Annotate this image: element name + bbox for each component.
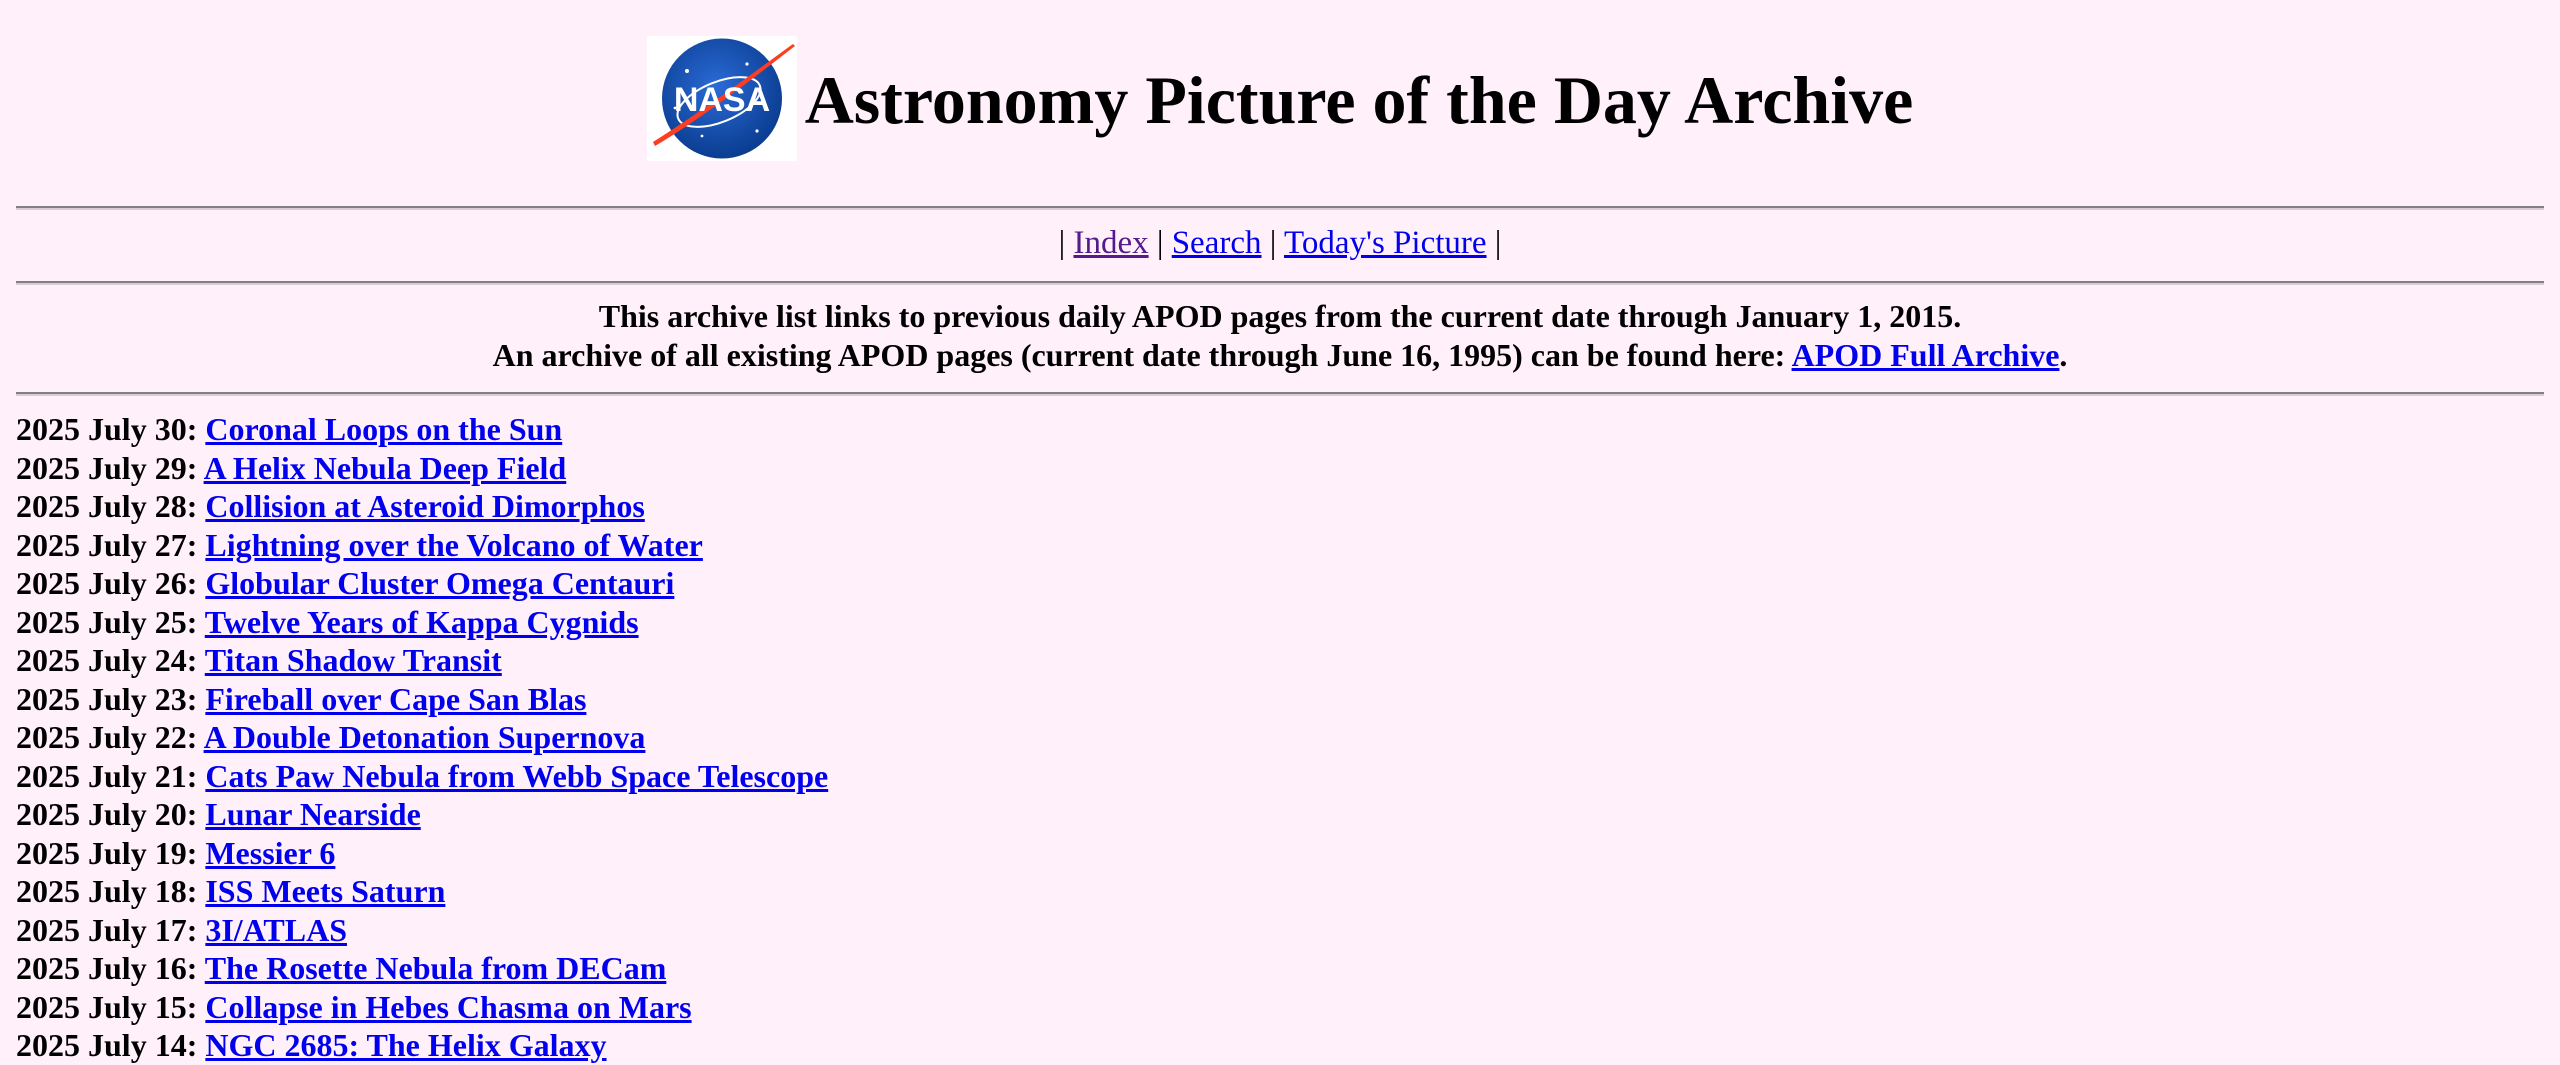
nav-separator: | [1269,225,1277,261]
entry-link[interactable]: Coronal Loops on the Sun [205,411,562,447]
archive-entry: 2025 July 14: NGC 2685: The Helix Galaxy [16,1026,2516,1065]
archive-entry: 2025 July 20: Lunar Nearside [16,795,2516,834]
entry-link[interactable]: Collision at Asteroid Dimorphos [205,488,644,524]
archive-entry: 2025 July 30: Coronal Loops on the Sun [16,410,2516,449]
entry-date: 2025 July 14: [16,1027,198,1063]
entry-link[interactable]: Cats Paw Nebula from Webb Space Telescop… [205,758,828,794]
archive-entry: 2025 July 16: The Rosette Nebula from DE… [16,949,2516,988]
entry-link[interactable]: Titan Shadow Transit [205,642,502,678]
entry-link[interactable]: 3I/ATLAS [205,912,347,948]
archive-entry: 2025 July 18: ISS Meets Saturn [16,872,2516,911]
entry-date: 2025 July 18: [16,873,198,909]
archive-intro: This archive list links to previous dail… [0,297,2560,375]
entry-link[interactable]: Lightning over the Volcano of Water [205,527,703,563]
entry-date: 2025 July 27: [16,526,198,563]
full-archive-link[interactable]: APOD Full Archive [1792,337,2060,373]
entry-link[interactable]: A Helix Nebula Deep Field [204,450,567,486]
entry-date: 2025 July 15: [16,988,198,1025]
entry-date: 2025 July 21: [16,757,198,794]
entry-date: 2025 July 25: [16,603,198,640]
nav-todays-picture-link[interactable]: Today's Picture [1284,225,1487,261]
archive-entry: 2025 July 19: Messier 6 [16,834,2516,873]
entry-link[interactable]: Twelve Years of Kappa Cygnids [205,604,639,640]
intro-line-2-period: . [2059,337,2068,373]
archive-entry: 2025 July 23: Fireball over Cape San Bla… [16,680,2516,719]
divider [16,392,2544,396]
entry-link[interactable]: NGC 2685: The Helix Galaxy [205,1027,606,1063]
nav-search-link[interactable]: Search [1172,225,1262,261]
entry-date: 2025 July 29: [16,449,198,486]
page-header: NASA Astronomy Picture of the Day Archiv… [0,36,2560,161]
archive-entry: 2025 July 15: Collapse in Hebes Chasma o… [16,988,2516,1027]
entry-date: 2025 July 23: [16,680,198,717]
entry-link[interactable]: Lunar Nearside [205,796,420,832]
entry-link[interactable]: Globular Cluster Omega Centauri [205,565,674,601]
entry-date: 2025 July 24: [16,642,198,678]
entry-date: 2025 July 19: [16,834,198,871]
entry-date: 2025 July 22: [16,719,198,755]
entry-link[interactable]: A Double Detonation Supernova [204,719,646,755]
top-navigation: | Index | Search | Today's Picture | [0,223,2560,263]
entry-date: 2025 July 16: [16,950,198,986]
svg-text:NASA: NASA [674,81,770,119]
entry-date: 2025 July 26: [16,565,198,601]
archive-entry: 2025 July 17: 3I/ATLAS [16,911,2516,950]
entry-date: 2025 July 20: [16,796,198,832]
entry-link[interactable]: Fireball over Cape San Blas [205,681,586,717]
intro-line-2: An archive of all existing APOD pages (c… [0,336,2560,375]
intro-line-2-text: An archive of all existing APOD pages (c… [492,337,1792,373]
archive-entry: 2025 July 26: Globular Cluster Omega Cen… [16,564,2516,603]
page-title: Astronomy Picture of the Day Archive [804,61,1914,138]
entry-date: 2025 July 30: [16,411,198,447]
archive-entry: 2025 July 21: Cats Paw Nebula from Webb … [16,757,2516,796]
archive-entry: 2025 July 29: A Helix Nebula Deep Field [16,449,2516,488]
archive-list: 2025 July 30: Coronal Loops on the Sun 2… [16,410,2516,1065]
entry-date: 2025 July 17: [16,911,198,948]
nasa-logo-icon: NASA [646,36,797,161]
intro-line-1: This archive list links to previous dail… [598,298,1962,334]
nav-separator: | [1494,225,1502,261]
archive-entry: 2025 July 22: A Double Detonation Supern… [16,718,2516,757]
entry-date: 2025 July 28: [16,488,198,524]
entry-link[interactable]: Collapse in Hebes Chasma on Mars [205,989,691,1025]
nav-separator: | [1058,225,1066,261]
archive-entry: 2025 July 27: Lightning over the Volcano… [16,526,2516,565]
entry-link[interactable]: Messier 6 [205,835,335,871]
entry-link[interactable]: The Rosette Nebula from DECam [205,950,667,986]
divider [16,281,2544,285]
divider [16,206,2544,210]
nav-index-link[interactable]: Index [1073,225,1148,261]
archive-entry: 2025 July 25: Twelve Years of Kappa Cygn… [16,603,2516,642]
nav-separator: | [1156,225,1164,261]
entry-link[interactable]: ISS Meets Saturn [205,873,445,909]
archive-entry: 2025 July 24: Titan Shadow Transit [16,641,2516,680]
archive-entry: 2025 July 28: Collision at Asteroid Dimo… [16,487,2516,526]
